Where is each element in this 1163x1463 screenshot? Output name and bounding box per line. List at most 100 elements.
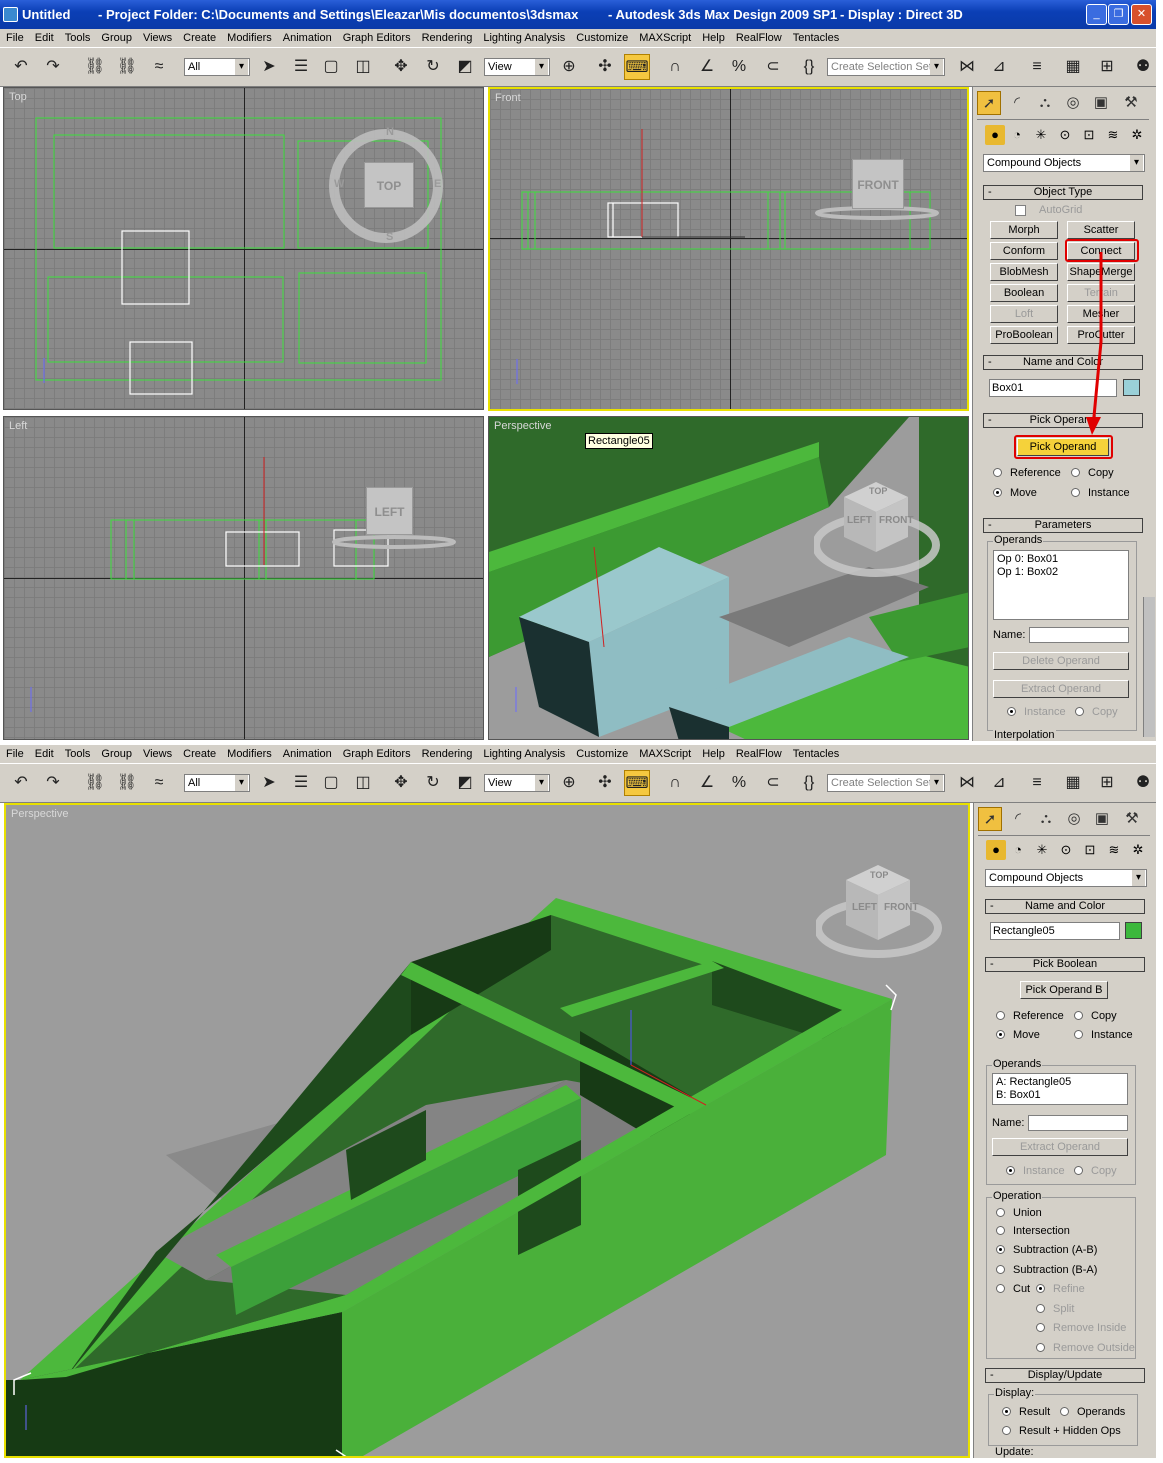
menu-item[interactable]: Rendering	[422, 748, 473, 760]
scatter-button[interactable]: Scatter	[1067, 221, 1135, 239]
remove-inside-radio[interactable]: Remove Inside	[1036, 1322, 1126, 1334]
copy-radio[interactable]: Copy	[1074, 1010, 1117, 1022]
menu-item[interactable]: Edit	[35, 32, 54, 44]
undo-icon[interactable]: ↶	[8, 770, 34, 796]
union-radio[interactable]: Union	[996, 1207, 1042, 1219]
selection-filter-dropdown[interactable]: All	[184, 58, 250, 76]
conform-button[interactable]: Conform	[990, 242, 1058, 260]
pivot-icon[interactable]: ⊕	[556, 770, 582, 796]
list-item[interactable]: B: Box01	[996, 1089, 1124, 1102]
loft-button[interactable]: Loft	[990, 305, 1058, 323]
named-selection-set-input[interactable]: Create Selection Set	[827, 58, 945, 76]
move-icon[interactable]: ✥	[388, 770, 414, 796]
select-object-icon[interactable]: ➤	[256, 54, 282, 80]
menu-item[interactable]: Lighting Analysis	[483, 32, 565, 44]
viewport-label[interactable]: Perspective	[494, 420, 551, 432]
snaps-icon[interactable]: ∩	[662, 770, 688, 796]
list-item[interactable]: A: Rectangle05	[996, 1076, 1124, 1089]
menu-item[interactable]: File	[6, 748, 24, 760]
window-crossing-icon[interactable]: ◫	[350, 54, 376, 80]
list-item[interactable]: Op 1: Box02	[997, 566, 1125, 579]
bind-spacewarp-icon[interactable]: ≈	[146, 54, 172, 80]
angle-snap-icon[interactable]: ∠	[694, 54, 720, 80]
display-result-radio[interactable]: Result	[1002, 1406, 1050, 1418]
pivot-icon[interactable]: ⊕	[556, 54, 582, 80]
keyboard-shortcut-icon[interactable]: ⌨	[624, 770, 650, 796]
menu-item[interactable]: Tools	[65, 748, 91, 760]
viewcube-front[interactable]: FRONT	[852, 159, 904, 209]
menu-item[interactable]: Customize	[576, 748, 628, 760]
helpers-icon[interactable]: ⊡	[1080, 840, 1100, 860]
operands-list[interactable]: Op 0: Box01 Op 1: Box02	[993, 550, 1129, 620]
viewport-perspective[interactable]: Perspective Rectangle05 TOP LEFT FRONT	[488, 416, 969, 740]
proboolean-button[interactable]: ProBoolean	[990, 326, 1058, 344]
mirror-icon[interactable]: ⋈	[954, 54, 980, 80]
morph-button[interactable]: Morph	[990, 221, 1058, 239]
window-crossing-icon[interactable]: ◫	[350, 770, 376, 796]
extract-operand-button[interactable]: Extract Operand	[992, 1138, 1128, 1156]
minimize-icon[interactable]: _	[1086, 4, 1107, 25]
modify-tab-icon[interactable]: ◜	[1006, 807, 1030, 831]
instance-radio[interactable]: Instance	[1074, 1029, 1133, 1041]
copy-radio-2[interactable]: Copy	[1075, 706, 1118, 718]
curve-editor-icon[interactable]: ▦	[1060, 54, 1086, 80]
menu-item[interactable]: Graph Editors	[343, 32, 411, 44]
hierarchy-tab-icon[interactable]: ⛬	[1033, 91, 1057, 115]
spinner-snap-icon[interactable]: ⊂	[760, 770, 786, 796]
named-selection-icon[interactable]: {}	[796, 770, 822, 796]
restore-icon[interactable]: ❐	[1108, 4, 1129, 25]
category-dropdown[interactable]: Compound Objects	[985, 869, 1147, 887]
redo-icon[interactable]: ↷	[40, 770, 66, 796]
mirror-icon[interactable]: ⋈	[954, 770, 980, 796]
object-name-field[interactable]: Rectangle05	[990, 922, 1120, 940]
spinner-snap-icon[interactable]: ⊂	[760, 54, 786, 80]
scale-icon[interactable]: ◩	[452, 54, 478, 80]
viewport-label[interactable]: Perspective	[11, 808, 68, 820]
menu-item[interactable]: Animation	[283, 32, 332, 44]
viewport-left[interactable]: Left LEFT	[3, 416, 484, 740]
reference-coord-dropdown[interactable]: View	[484, 58, 550, 76]
operand-name-field[interactable]	[1029, 627, 1129, 643]
utilities-tab-icon[interactable]: ⚒	[1120, 807, 1144, 831]
display-tab-icon[interactable]: ▣	[1090, 807, 1114, 831]
schematic-icon[interactable]: ⊞	[1094, 54, 1120, 80]
menu-item[interactable]: Views	[143, 748, 172, 760]
percent-snap-icon[interactable]: %	[726, 770, 752, 796]
helpers-icon[interactable]: ⊡	[1079, 125, 1099, 145]
motion-tab-icon[interactable]: ◎	[1062, 807, 1086, 831]
menu-item[interactable]: RealFlow	[736, 748, 782, 760]
close-icon[interactable]: ✕	[1131, 4, 1152, 25]
material-editor-icon[interactable]: ⚉	[1130, 54, 1156, 80]
panel-scrollbar[interactable]	[1143, 597, 1155, 737]
menu-item[interactable]: Modifiers	[227, 748, 272, 760]
split-radio[interactable]: Split	[1036, 1303, 1074, 1315]
instance-radio[interactable]: Instance	[1071, 487, 1130, 499]
angle-snap-icon[interactable]: ∠	[694, 770, 720, 796]
rollout-name-color[interactable]: - Name and Color	[985, 899, 1145, 914]
layers-icon[interactable]: ≡	[1024, 54, 1050, 80]
manipulate-icon[interactable]: ✣	[592, 770, 618, 796]
undo-icon[interactable]: ↶	[8, 54, 34, 80]
move-icon[interactable]: ✥	[388, 54, 414, 80]
material-editor-icon[interactable]: ⚉	[1130, 770, 1156, 796]
spacewarps-icon[interactable]: ≋	[1104, 840, 1124, 860]
move-radio[interactable]: Move	[996, 1029, 1040, 1041]
display-tab-icon[interactable]: ▣	[1089, 91, 1113, 115]
menu-item[interactable]: Group	[101, 32, 132, 44]
list-item[interactable]: Op 0: Box01	[997, 553, 1125, 566]
viewport-top[interactable]: Top TOP N S E W	[3, 87, 484, 410]
reference-radio[interactable]: Reference	[996, 1010, 1064, 1022]
select-object-icon[interactable]: ➤	[256, 770, 282, 796]
menu-item[interactable]: Animation	[283, 748, 332, 760]
snaps-icon[interactable]: ∩	[662, 54, 688, 80]
menu-item[interactable]: MAXScript	[639, 748, 691, 760]
intersection-radio[interactable]: Intersection	[996, 1225, 1070, 1237]
named-selection-set-input[interactable]: Create Selection Set	[827, 774, 945, 792]
subtraction-ba-radio[interactable]: Subtraction (B-A)	[996, 1264, 1097, 1276]
extract-operand-button[interactable]: Extract Operand	[993, 680, 1129, 698]
operand-name-field[interactable]	[1028, 1115, 1128, 1131]
display-operands-radio[interactable]: Operands	[1060, 1406, 1125, 1418]
cameras-icon[interactable]: ⊙	[1055, 125, 1075, 145]
geometry-icon[interactable]: ●	[985, 125, 1005, 145]
menu-item[interactable]: Tools	[65, 32, 91, 44]
